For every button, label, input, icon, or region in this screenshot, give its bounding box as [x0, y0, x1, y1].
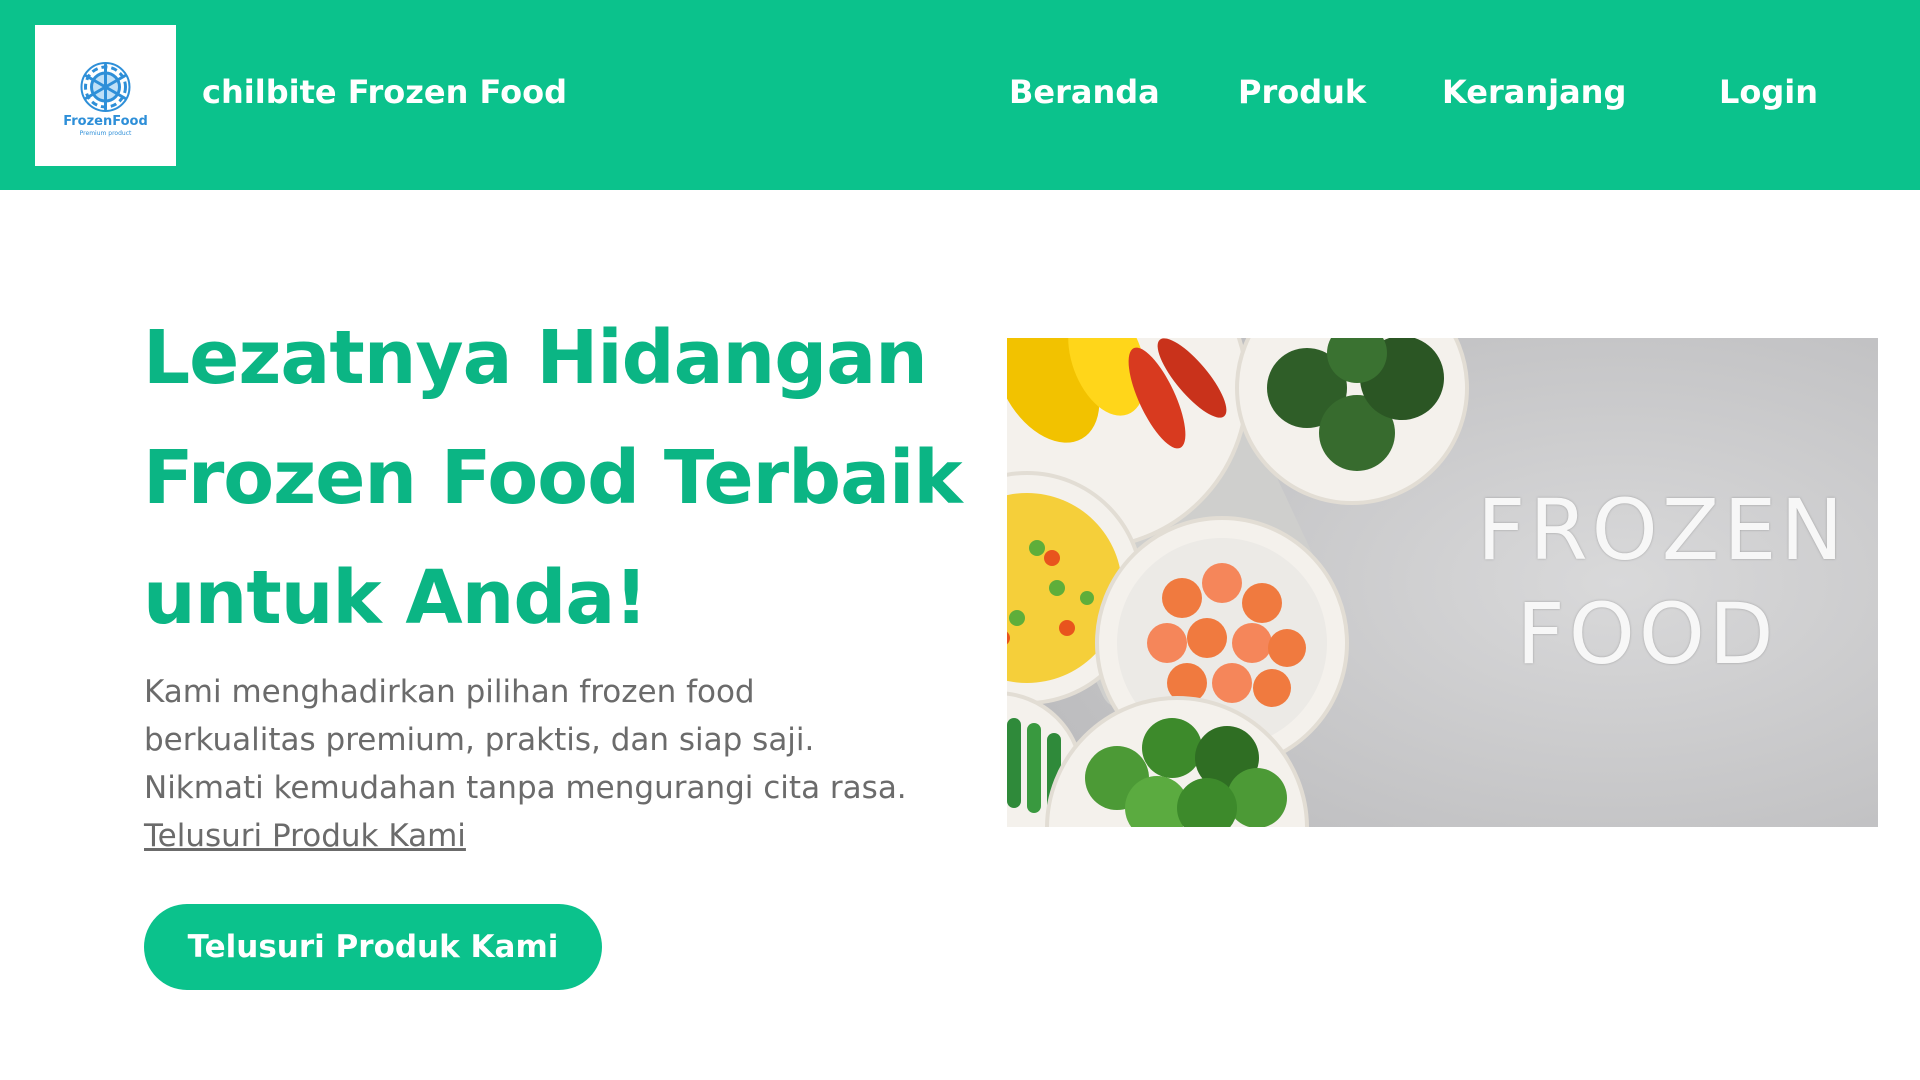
hero-image-text: FROZEN FOOD: [1477, 478, 1848, 686]
hero-description-line: berkualitas premium, praktis, dan siap s…: [144, 722, 815, 758]
brand-name[interactable]: chilbite Frozen Food: [202, 73, 567, 111]
browse-products-button[interactable]: Telusuri Produk Kami: [144, 904, 602, 990]
hero-title-line: untuk Anda!: [143, 555, 648, 641]
hero-description: Kami menghadirkan pilihan frozen food be…: [144, 668, 974, 860]
nav-link-produk[interactable]: Produk: [1238, 73, 1366, 111]
hero-image-text-line: FOOD: [1516, 585, 1778, 683]
logo[interactable]: FrozenFood Premium product: [35, 25, 176, 166]
browse-products-link[interactable]: Telusuri Produk Kami: [144, 818, 466, 854]
nav-link-login[interactable]: Login: [1719, 73, 1818, 111]
snowflake-icon: FrozenFood Premium product: [63, 62, 148, 137]
hero-image: FROZEN FOOD: [1007, 338, 1878, 827]
hero-description-line: Nikmati kemudahan tanpa mengurangi cita …: [144, 770, 907, 806]
hero-title-line: Lezatnya Hidangan: [143, 315, 928, 401]
logo-brand-text: FrozenFood: [63, 114, 148, 129]
hero-title-line: Frozen Food Terbaik: [143, 435, 963, 521]
hero-title: Lezatnya Hidangan Frozen Food Terbaik un…: [143, 298, 983, 658]
nav-link-keranjang[interactable]: Keranjang: [1442, 73, 1626, 111]
logo-tagline: Premium product: [80, 130, 132, 137]
nav-link-beranda[interactable]: Beranda: [1009, 73, 1160, 111]
navbar: FrozenFood Premium product chilbite Froz…: [0, 0, 1920, 190]
hero-description-line: Kami menghadirkan pilihan frozen food: [144, 674, 755, 710]
hero-image-text-line: FROZEN: [1477, 481, 1848, 579]
